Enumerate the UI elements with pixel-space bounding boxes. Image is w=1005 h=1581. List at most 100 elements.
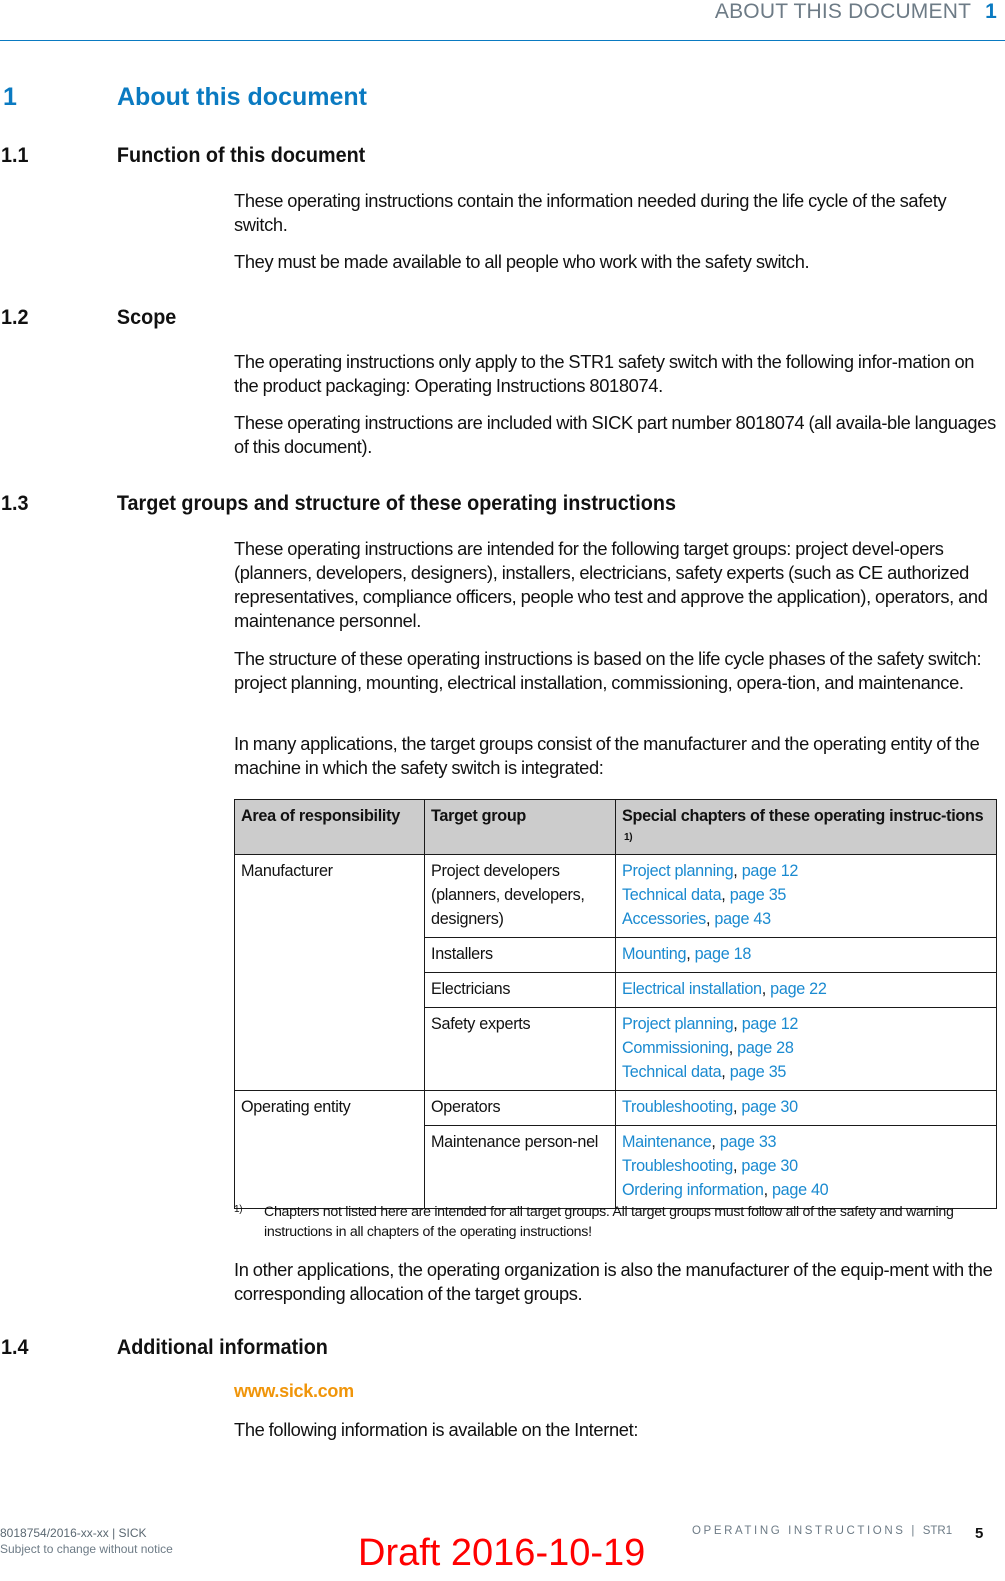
product-name: STR1 xyxy=(922,1525,953,1537)
page-link[interactable]: page 30 xyxy=(741,1098,798,1116)
page-link[interactable]: page 28 xyxy=(737,1039,794,1057)
document-id: 8018754/2016-xx-xx | SICK xyxy=(0,1526,147,1540)
separator: , xyxy=(761,980,771,998)
paragraph: The following information is available o… xyxy=(234,1419,639,1440)
target-groups-table: Area of responsibility Target group Spec… xyxy=(234,799,997,1209)
section-title: Scope xyxy=(116,305,177,329)
footer-doc-type: OPERATING INSTRUCTIONS | STR1 xyxy=(692,1525,952,1537)
paragraph: These operating instructions are include… xyxy=(234,412,996,457)
column-header-area: Area of responsibility xyxy=(234,799,425,855)
footnote-text: Chapters not listed here are intended fo… xyxy=(264,1204,954,1240)
chapters-cell: Electrical installation, page 22 xyxy=(615,972,997,1008)
paragraph: They must be made available to all peopl… xyxy=(234,251,810,272)
chapter-reference: Ordering information, page 40 xyxy=(622,1178,990,1202)
section-number: 1.4 xyxy=(1,1335,29,1359)
column-header-target-group: Target group xyxy=(424,799,616,855)
separator: , xyxy=(721,886,730,904)
chapter-reference: Troubleshooting, page 30 xyxy=(622,1154,990,1178)
separator: , xyxy=(686,945,695,963)
chapter-reference: Electrical installation, page 22 xyxy=(622,977,990,1001)
section-number: 1.3 xyxy=(1,491,29,515)
target-group-cell: Operators xyxy=(424,1090,616,1126)
change-notice: Subject to change without notice xyxy=(0,1542,173,1556)
paragraph: These operating instructions contain the… xyxy=(234,190,947,235)
table-row: Manufacturer Project developers (planners… xyxy=(234,854,997,1091)
chapter-heading: 1 About this document xyxy=(3,83,367,112)
paragraph: The structure of these operating instruc… xyxy=(234,648,982,693)
section-title: Additional information xyxy=(116,1335,328,1359)
separator: , xyxy=(721,1063,730,1081)
chapter-reference: Troubleshooting, page 30 xyxy=(622,1095,990,1119)
page-link[interactable]: page 30 xyxy=(741,1157,798,1175)
chapter-reference: Maintenance, page 33 xyxy=(622,1130,990,1154)
chapters-cell: Mounting, page 18 xyxy=(615,937,997,973)
chapter-link[interactable]: Ordering information xyxy=(622,1181,764,1199)
paragraph: In other applications, the operating org… xyxy=(234,1259,993,1304)
section-heading-1-1: 1.1 Function of this document xyxy=(1,143,365,168)
chapter-reference: Mounting, page 18 xyxy=(622,942,990,966)
website-link[interactable]: www.sick.com xyxy=(234,1381,354,1402)
separator: , xyxy=(763,1181,772,1199)
area-cell: Operating entity xyxy=(234,1090,425,1209)
page-link[interactable]: page 40 xyxy=(772,1181,829,1199)
separator: , xyxy=(728,1039,738,1057)
chapter-link[interactable]: Accessories xyxy=(622,910,706,928)
chapter-link[interactable]: Maintenance xyxy=(622,1133,712,1151)
chapter-reference: Project planning, page 12 xyxy=(622,859,990,883)
chapter-link[interactable]: Technical data xyxy=(622,886,722,904)
chapter-link[interactable]: Troubleshooting xyxy=(622,1157,733,1175)
header-divider xyxy=(0,40,1005,41)
section-heading-1-4: 1.4 Additional information xyxy=(1,1335,328,1360)
page-link[interactable]: page 12 xyxy=(742,1015,799,1033)
column-header-chapters-label: Special chapters of these operating inst… xyxy=(622,807,984,825)
chapter-link[interactable]: Troubleshooting xyxy=(622,1098,733,1116)
target-group-cell: Electricians xyxy=(424,972,616,1008)
chapters-cell: Project planning, page 12 Technical data,… xyxy=(615,854,997,938)
target-group-cell: Installers xyxy=(424,937,616,973)
paragraph: These operating instructions are intende… xyxy=(234,538,988,631)
paragraph: In many applications, the target groups … xyxy=(234,733,980,778)
column-header-chapters: Special chapters of these operating inst… xyxy=(615,799,997,855)
chapter-link[interactable]: Technical data xyxy=(622,1063,722,1081)
chapter-reference: Accessories, page 43 xyxy=(622,907,990,931)
footer-left: 8018754/2016-xx-xx | SICK Subject to cha… xyxy=(0,1525,173,1557)
draft-stamp: Draft 2016-10-19 xyxy=(358,1532,646,1574)
target-group-cell: Safety experts xyxy=(424,1007,616,1091)
page-link[interactable]: page 35 xyxy=(730,886,787,904)
chapter-link[interactable]: Project planning xyxy=(622,1015,734,1033)
chapter-link[interactable]: Commissioning xyxy=(622,1039,729,1057)
chapters-cell: Project planning, page 12 Commissioning, … xyxy=(615,1007,997,1091)
section-heading-1-3: 1.3 Target groups and structure of these … xyxy=(1,491,676,516)
chapter-link[interactable]: Project planning xyxy=(622,862,734,880)
section-number: 1.1 xyxy=(1,143,29,167)
table-row: Operating entity Operators Troubleshooting… xyxy=(234,1090,997,1209)
section-number: 1.2 xyxy=(1,305,29,329)
running-header-title: ABOUT THIS DOCUMENT xyxy=(714,0,972,23)
separator: , xyxy=(733,862,742,880)
chapters-cell: Troubleshooting, page 30 xyxy=(615,1090,997,1126)
chapters-cell: Maintenance, page 33 Troubleshooting, pag… xyxy=(615,1125,997,1209)
table-header-row: Area of responsibility Target group Spec… xyxy=(234,799,997,855)
page-link[interactable]: page 18 xyxy=(695,945,752,963)
page-link[interactable]: page 33 xyxy=(720,1133,777,1151)
separator: , xyxy=(711,1133,720,1151)
page-link[interactable]: page 12 xyxy=(742,862,799,880)
chapter-link[interactable]: Electrical installation xyxy=(622,980,762,998)
chapter-reference: Technical data, page 35 xyxy=(622,1060,990,1084)
table-footnote: 1) Chapters not listed here are intended… xyxy=(234,1202,999,1242)
running-header-chapter-number: 1 xyxy=(985,0,997,23)
chapter-number: 1 xyxy=(3,83,17,111)
page-link[interactable]: page 35 xyxy=(730,1063,787,1081)
chapter-reference: Technical data, page 35 xyxy=(622,883,990,907)
chapter-link[interactable]: Mounting xyxy=(622,945,687,963)
page-number: 5 xyxy=(975,1525,984,1542)
separator: , xyxy=(733,1015,742,1033)
section-title: Function of this document xyxy=(116,143,366,167)
page-link[interactable]: page 22 xyxy=(770,980,827,998)
chapter-reference: Project planning, page 12 xyxy=(622,1012,990,1036)
footnote-mark: 1) xyxy=(234,1204,243,1215)
page-link[interactable]: page 43 xyxy=(714,910,771,928)
area-cell: Manufacturer xyxy=(234,854,425,1091)
chapter-title: About this document xyxy=(117,83,367,111)
paragraph: The operating instructions only apply to… xyxy=(234,351,975,396)
